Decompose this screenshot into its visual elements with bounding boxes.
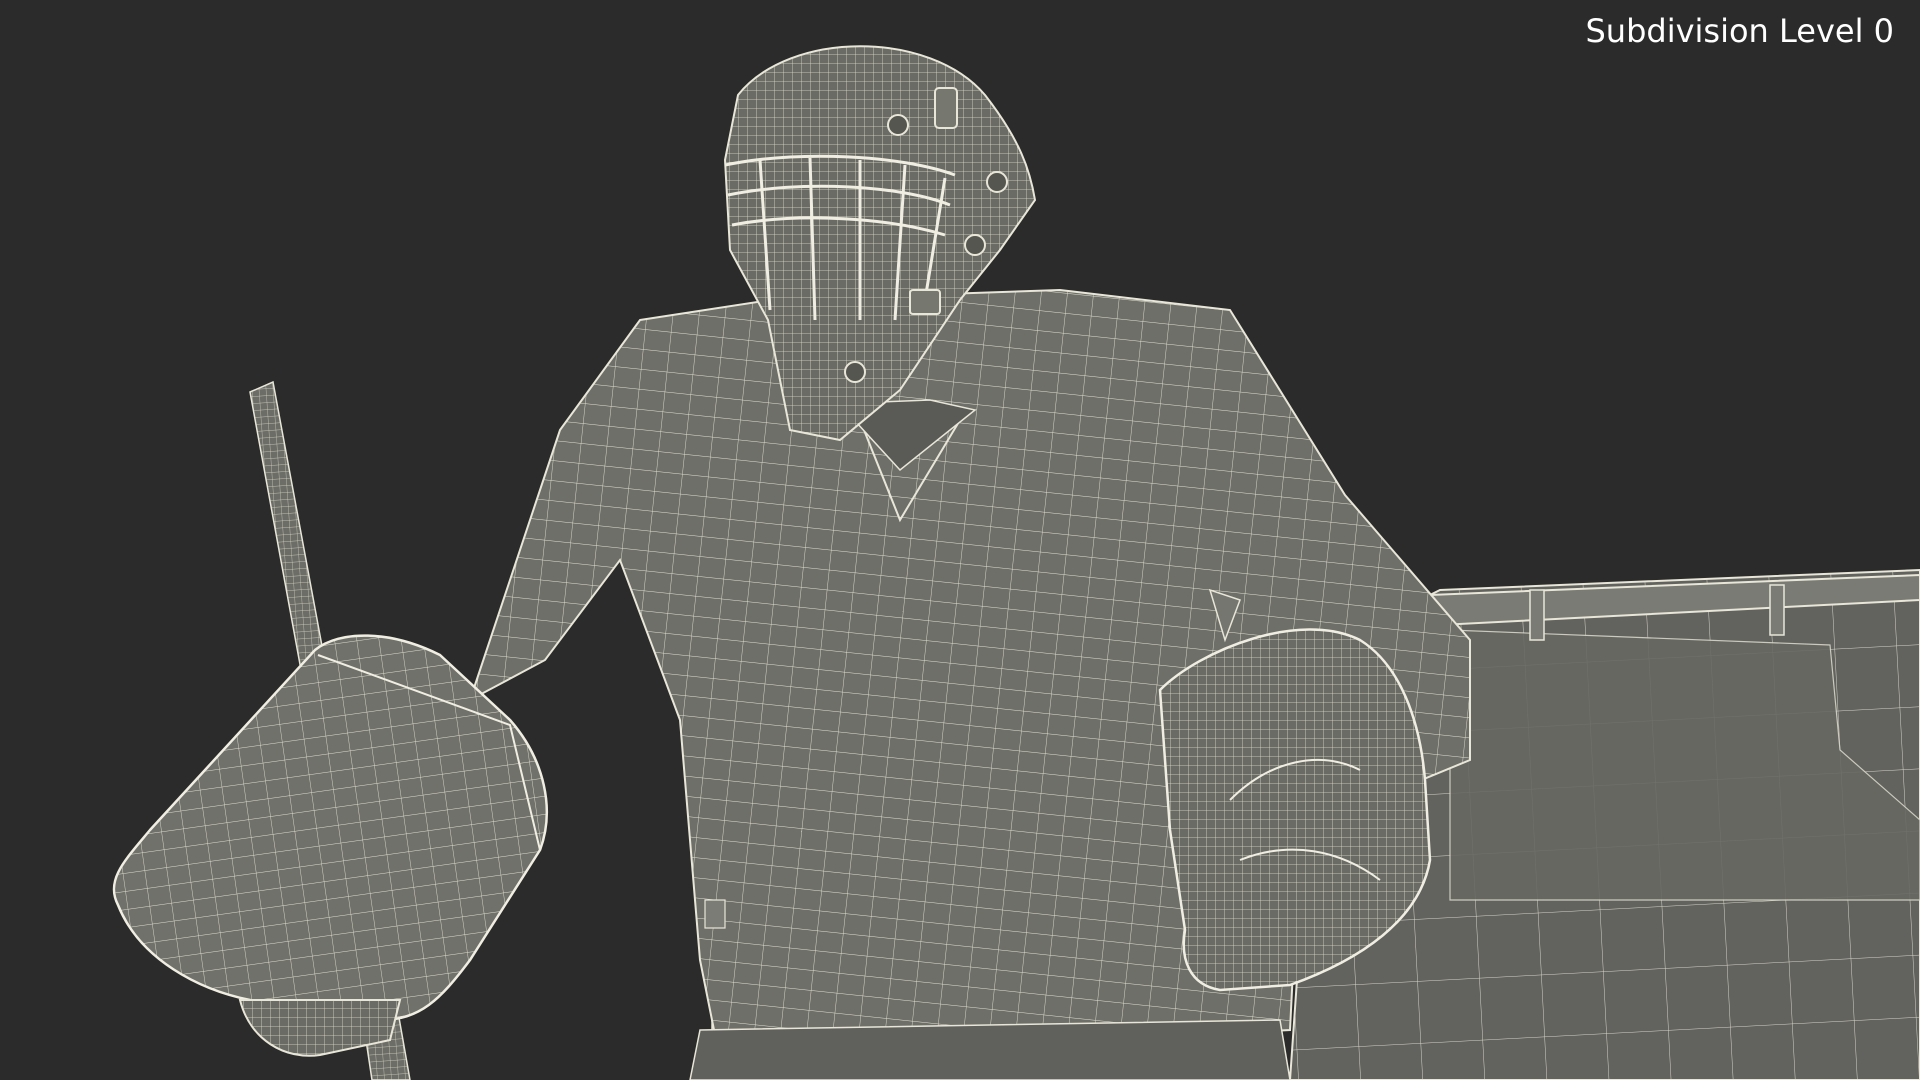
wireframe-scene[interactable] (0, 0, 1920, 1080)
goalie-blocker[interactable] (112, 634, 548, 1057)
subdivision-level-label: Subdivision Level 0 (1585, 12, 1894, 50)
3d-viewport[interactable]: Subdivision Level 0 (0, 0, 1920, 1080)
